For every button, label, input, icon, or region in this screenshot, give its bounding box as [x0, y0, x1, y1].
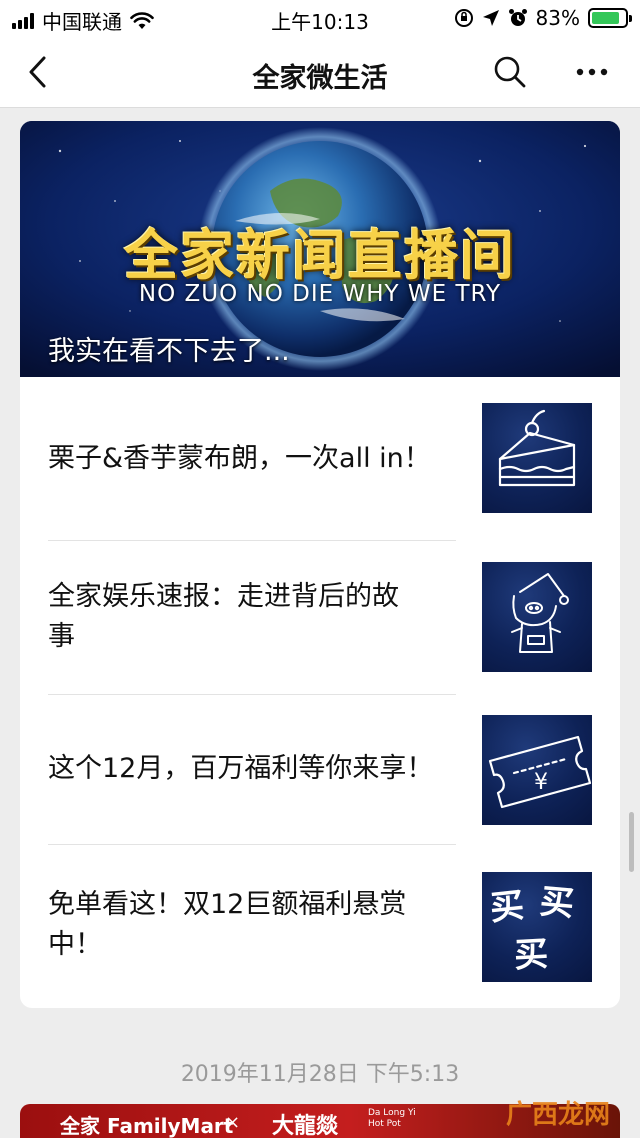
page-title: 全家微生活: [252, 63, 388, 94]
buy-buy-buy-icon: 买 买 买: [488, 882, 576, 976]
battery-icon: [588, 8, 632, 28]
article-thumbnail: [482, 562, 592, 672]
list-item[interactable]: 免单看这！双12巨额福利悬赏 中！ 买 买 买: [48, 845, 592, 1008]
list-item[interactable]: 栗子&香芋蒙布朗，一次all in！: [48, 377, 592, 541]
partner-brand-en: Da Long Yi Hot Pot: [368, 1108, 416, 1129]
scrollbar[interactable]: [629, 812, 634, 872]
status-right: 83%: [454, 6, 632, 30]
yuan-ticket-icon: ¥: [488, 735, 592, 809]
cake-slice-icon: [498, 409, 576, 487]
article-title: 栗子&香芋蒙布朗，一次all in！: [48, 443, 431, 474]
location-icon: [482, 10, 499, 26]
battery-percent: 83%: [535, 6, 580, 30]
hero-subtitle: NO ZUO NO DIE WHY WE TRY: [138, 281, 502, 307]
battery-fill: [592, 12, 619, 24]
status-bar: 中国联通 上午10:13 83%: [0, 0, 640, 36]
orientation-lock-icon: [454, 9, 473, 27]
article-thumbnail: 买 买 买: [482, 872, 592, 982]
message-timestamp: 2019年11月28日 下午5:13: [180, 1062, 460, 1087]
article-title: 免单看这！双12巨额福利悬赏 中！: [48, 889, 407, 960]
svg-text:买: 买: [513, 934, 549, 976]
article-thumbnail: ¥: [482, 715, 592, 825]
nav-bar: 全家微生活: [0, 36, 640, 108]
article-title: 这个12月，百万福利等你来享！: [48, 753, 434, 784]
article-group-card: 全家新闻直播间 NO ZUO NO DIE WHY WE TRY 我实在看不下去…: [20, 121, 620, 1008]
hero-title: 全家新闻直播间: [124, 224, 516, 287]
list-item[interactable]: 全家娱乐速报：走进背后的故 事: [48, 541, 592, 695]
svg-text:买: 买: [538, 882, 575, 925]
partner-brand: 大龍燚: [272, 1114, 339, 1138]
collab-x: ×: [225, 1112, 241, 1133]
svg-text:¥: ¥: [534, 770, 548, 795]
svg-text:买: 买: [488, 885, 526, 928]
more-options-icon[interactable]: [572, 54, 612, 90]
article-thumbnail: [482, 403, 592, 513]
watermark: 广西龙网: [505, 1100, 610, 1130]
pig-santa-icon: [511, 573, 569, 653]
hero-article[interactable]: 全家新闻直播间 NO ZUO NO DIE WHY WE TRY 我实在看不下去…: [20, 121, 620, 377]
list-item[interactable]: 这个12月，百万福利等你来享！ ¥: [48, 695, 592, 845]
alarm-icon: [508, 9, 527, 26]
article-title: 全家娱乐速报：走进背后的故 事: [48, 581, 399, 652]
hero-caption: 我实在看不下去了...: [48, 336, 290, 367]
familymart-brand: 全家 FamilyMart: [60, 1114, 234, 1138]
search-icon[interactable]: [492, 54, 528, 90]
